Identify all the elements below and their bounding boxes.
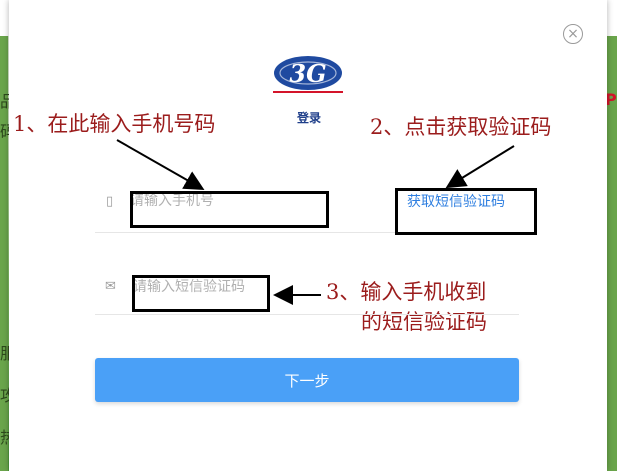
logo-underline	[273, 91, 343, 93]
arrow-step1	[116, 139, 205, 190]
annotation-step2: 2、点击获取验证码	[370, 115, 552, 139]
close-button[interactable]: ×	[563, 24, 583, 44]
login-dialog: × 3G 登录 1、在此输入手机号码 2、点击获取验证码 3、输入手机收到 的短…	[9, 0, 607, 471]
dialog-title: 登录	[296, 111, 321, 125]
highlight-box-phone	[130, 191, 329, 228]
annotation-step3-line1: 3、输入手机收到	[326, 280, 487, 304]
logo-text: 3G	[289, 59, 326, 88]
arrow-step2	[445, 145, 515, 189]
next-button[interactable]: 下一步	[95, 358, 519, 402]
mobile-phone-icon: ▯	[106, 194, 114, 209]
highlight-box-code	[132, 275, 270, 312]
envelope-icon: ✉	[105, 279, 116, 294]
code-field-underline	[95, 314, 519, 315]
annotation-step1: 1、在此输入手机号码	[13, 112, 216, 136]
logo: 3G	[274, 56, 342, 90]
close-icon[interactable]: ×	[567, 26, 579, 42]
annotation-step3-line2: 的短信验证码	[361, 310, 487, 334]
highlight-box-get-code	[395, 188, 537, 235]
